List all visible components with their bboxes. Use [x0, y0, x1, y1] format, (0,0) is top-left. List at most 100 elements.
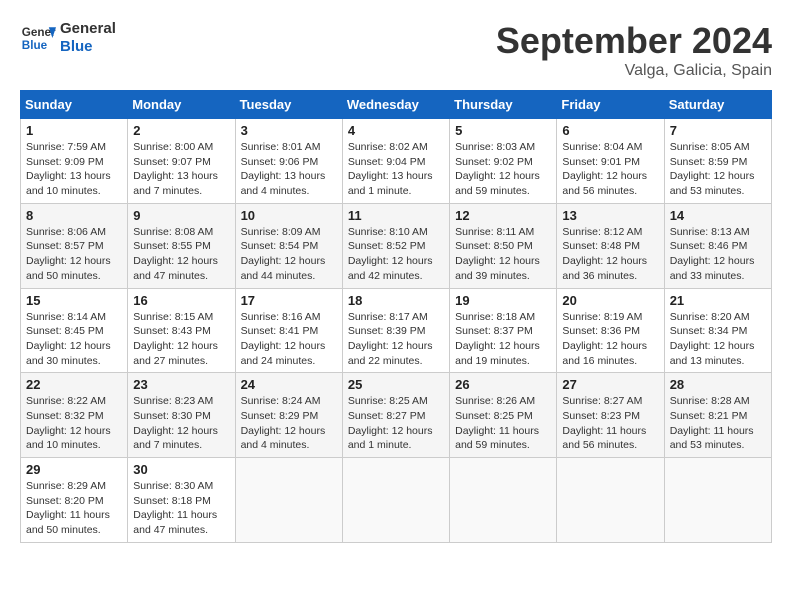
day-header-thursday: Thursday — [450, 91, 557, 119]
calendar-cell: 8 Sunrise: 8:06 AMSunset: 8:57 PMDaylight… — [21, 203, 128, 288]
day-info: Sunrise: 8:14 AMSunset: 8:45 PMDaylight:… — [26, 310, 122, 369]
calendar-header-row: SundayMondayTuesdayWednesdayThursdayFrid… — [21, 91, 772, 119]
calendar-cell: 18Sunrise: 8:17 AMSunset: 8:39 PMDayligh… — [342, 288, 449, 373]
calendar-cell: 3 Sunrise: 8:01 AMSunset: 9:06 PMDaylight… — [235, 119, 342, 204]
logo-icon: General Blue — [20, 20, 56, 56]
day-info: Sunrise: 8:06 AMSunset: 8:57 PMDaylight:… — [26, 225, 122, 284]
calendar-cell: 2Sunrise: 8:00 AMSunset: 9:07 PMDaylight… — [128, 119, 235, 204]
day-info: Sunrise: 8:16 AMSunset: 8:41 PMDaylight:… — [241, 310, 337, 369]
day-header-wednesday: Wednesday — [342, 91, 449, 119]
calendar-week-3: 15 Sunrise: 8:14 AMSunset: 8:45 PMDayligh… — [21, 288, 772, 373]
day-number: 19 — [455, 293, 551, 308]
logo-line1: General — [60, 20, 116, 38]
day-info: Sunrise: 8:26 AMSunset: 8:25 PMDaylight:… — [455, 394, 551, 453]
day-number: 7 — [670, 123, 766, 138]
day-info: Sunrise: 8:15 AMSunset: 8:43 PMDaylight:… — [133, 310, 229, 369]
calendar-cell: 28Sunrise: 8:28 AMSunset: 8:21 PMDayligh… — [664, 373, 771, 458]
calendar-cell — [342, 458, 449, 543]
day-info: Sunrise: 8:17 AMSunset: 8:39 PMDaylight:… — [348, 310, 444, 369]
day-number: 29 — [26, 462, 122, 477]
day-number: 21 — [670, 293, 766, 308]
day-number: 6 — [562, 123, 658, 138]
svg-text:Blue: Blue — [22, 39, 48, 52]
calendar-week-4: 22Sunrise: 8:22 AMSunset: 8:32 PMDayligh… — [21, 373, 772, 458]
calendar-cell — [235, 458, 342, 543]
calendar-cell: 11 Sunrise: 8:10 AMSunset: 8:52 PMDayligh… — [342, 203, 449, 288]
calendar-cell: 27 Sunrise: 8:27 AMSunset: 8:23 PMDayligh… — [557, 373, 664, 458]
day-info: Sunrise: 8:25 AMSunset: 8:27 PMDaylight:… — [348, 394, 444, 453]
calendar-cell: 22Sunrise: 8:22 AMSunset: 8:32 PMDayligh… — [21, 373, 128, 458]
day-number: 25 — [348, 377, 444, 392]
day-info: Sunrise: 8:11 AMSunset: 8:50 PMDaylight:… — [455, 225, 551, 284]
calendar-cell: 10Sunrise: 8:09 AMSunset: 8:54 PMDayligh… — [235, 203, 342, 288]
calendar-cell: 17 Sunrise: 8:16 AMSunset: 8:41 PMDayligh… — [235, 288, 342, 373]
day-info: Sunrise: 8:27 AMSunset: 8:23 PMDaylight:… — [562, 394, 658, 453]
calendar-cell: 21 Sunrise: 8:20 AMSunset: 8:34 PMDayligh… — [664, 288, 771, 373]
calendar-cell: 4 Sunrise: 8:02 AMSunset: 9:04 PMDaylight… — [342, 119, 449, 204]
day-number: 27 — [562, 377, 658, 392]
month-title: September 2024 Valga, Galicia, Spain — [496, 20, 772, 80]
calendar-cell: 30Sunrise: 8:30 AMSunset: 8:18 PMDayligh… — [128, 458, 235, 543]
day-number: 14 — [670, 208, 766, 223]
calendar-cell: 13 Sunrise: 8:12 AMSunset: 8:48 PMDayligh… — [557, 203, 664, 288]
day-info: Sunrise: 8:29 AMSunset: 8:20 PMDaylight:… — [26, 479, 122, 538]
day-info: Sunrise: 8:10 AMSunset: 8:52 PMDaylight:… — [348, 225, 444, 284]
day-header-saturday: Saturday — [664, 91, 771, 119]
day-info: Sunrise: 8:23 AMSunset: 8:30 PMDaylight:… — [133, 394, 229, 453]
day-number: 9 — [133, 208, 229, 223]
day-info: Sunrise: 8:02 AMSunset: 9:04 PMDaylight:… — [348, 140, 444, 199]
day-number: 16 — [133, 293, 229, 308]
calendar-cell — [450, 458, 557, 543]
day-info: Sunrise: 8:05 AMSunset: 8:59 PMDaylight:… — [670, 140, 766, 199]
calendar-cell: 5 Sunrise: 8:03 AMSunset: 9:02 PMDaylight… — [450, 119, 557, 204]
day-number: 15 — [26, 293, 122, 308]
day-number: 12 — [455, 208, 551, 223]
day-info: Sunrise: 8:24 AMSunset: 8:29 PMDaylight:… — [241, 394, 337, 453]
day-info: Sunrise: 8:09 AMSunset: 8:54 PMDaylight:… — [241, 225, 337, 284]
calendar-week-2: 8 Sunrise: 8:06 AMSunset: 8:57 PMDaylight… — [21, 203, 772, 288]
day-info: Sunrise: 8:20 AMSunset: 8:34 PMDaylight:… — [670, 310, 766, 369]
day-number: 20 — [562, 293, 658, 308]
calendar-cell — [557, 458, 664, 543]
location: Valga, Galicia, Spain — [496, 62, 772, 80]
day-info: Sunrise: 8:03 AMSunset: 9:02 PMDaylight:… — [455, 140, 551, 199]
day-info: Sunrise: 8:01 AMSunset: 9:06 PMDaylight:… — [241, 140, 337, 199]
calendar-cell: 16 Sunrise: 8:15 AMSunset: 8:43 PMDayligh… — [128, 288, 235, 373]
day-info: Sunrise: 8:18 AMSunset: 8:37 PMDaylight:… — [455, 310, 551, 369]
day-info: Sunrise: 8:19 AMSunset: 8:36 PMDaylight:… — [562, 310, 658, 369]
day-info: Sunrise: 8:04 AMSunset: 9:01 PMDaylight:… — [562, 140, 658, 199]
calendar-cell: 1Sunrise: 7:59 AMSunset: 9:09 PMDaylight… — [21, 119, 128, 204]
calendar-cell: 15 Sunrise: 8:14 AMSunset: 8:45 PMDayligh… — [21, 288, 128, 373]
calendar-week-5: 29 Sunrise: 8:29 AMSunset: 8:20 PMDayligh… — [21, 458, 772, 543]
day-number: 17 — [241, 293, 337, 308]
calendar-cell: 25 Sunrise: 8:25 AMSunset: 8:27 PMDayligh… — [342, 373, 449, 458]
calendar-cell: 14Sunrise: 8:13 AMSunset: 8:46 PMDayligh… — [664, 203, 771, 288]
calendar-cell: 23 Sunrise: 8:23 AMSunset: 8:30 PMDayligh… — [128, 373, 235, 458]
calendar-cell: 6 Sunrise: 8:04 AMSunset: 9:01 PMDaylight… — [557, 119, 664, 204]
calendar-cell: 7 Sunrise: 8:05 AMSunset: 8:59 PMDaylight… — [664, 119, 771, 204]
calendar-cell: 29 Sunrise: 8:29 AMSunset: 8:20 PMDayligh… — [21, 458, 128, 543]
logo: General Blue General Blue — [20, 20, 116, 56]
day-number: 13 — [562, 208, 658, 223]
day-number: 5 — [455, 123, 551, 138]
calendar-week-1: 1Sunrise: 7:59 AMSunset: 9:09 PMDaylight… — [21, 119, 772, 204]
day-number: 26 — [455, 377, 551, 392]
day-number: 3 — [241, 123, 337, 138]
day-number: 28 — [670, 377, 766, 392]
day-header-monday: Monday — [128, 91, 235, 119]
calendar-cell: 24 Sunrise: 8:24 AMSunset: 8:29 PMDayligh… — [235, 373, 342, 458]
calendar-cell: 26 Sunrise: 8:26 AMSunset: 8:25 PMDayligh… — [450, 373, 557, 458]
logo-line2: Blue — [60, 38, 116, 56]
day-number: 4 — [348, 123, 444, 138]
day-info: Sunrise: 8:30 AMSunset: 8:18 PMDaylight:… — [133, 479, 229, 538]
day-number: 24 — [241, 377, 337, 392]
day-info: Sunrise: 8:12 AMSunset: 8:48 PMDaylight:… — [562, 225, 658, 284]
calendar: SundayMondayTuesdayWednesdayThursdayFrid… — [20, 90, 772, 543]
day-number: 1 — [26, 123, 122, 138]
day-number: 11 — [348, 208, 444, 223]
header: General Blue General Blue September 2024… — [20, 20, 772, 80]
day-number: 23 — [133, 377, 229, 392]
calendar-cell: 12 Sunrise: 8:11 AMSunset: 8:50 PMDayligh… — [450, 203, 557, 288]
month-year: September 2024 — [496, 20, 772, 62]
day-number: 8 — [26, 208, 122, 223]
